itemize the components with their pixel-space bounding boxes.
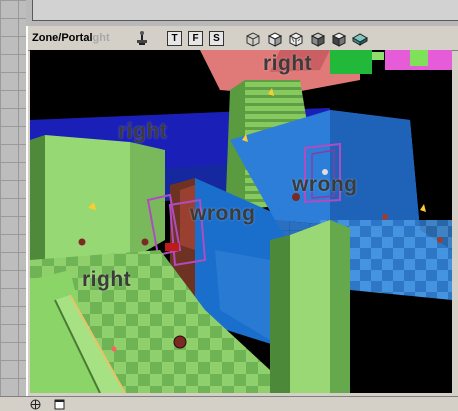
3d-viewport[interactable]: right right wrong wrong right [30,50,452,393]
solid-cube-icon[interactable] [309,30,327,48]
actor-icon[interactable] [133,30,151,48]
viewport-toolbar: Zone/Portalght T F S [28,28,458,51]
texture-cube-icon[interactable] [351,30,369,48]
upper-viewport-pane[interactable] [32,0,458,21]
toggle-f-button[interactable]: F [188,31,203,46]
brush-cube-icon[interactable] [287,30,305,48]
viewport-mode-title[interactable]: Zone/Portalght [32,32,110,44]
lit-cube-icon[interactable] [330,30,348,48]
label-left-right: right [118,120,168,143]
status-bar [0,396,458,411]
toggle-t-button[interactable]: T [167,31,182,46]
label-center-wrong: wrong [190,202,256,225]
window-icon[interactable] [54,399,65,410]
zone-cube-icon[interactable] [266,30,284,48]
wireframe-cube-icon[interactable] [244,30,262,48]
label-top-right: right [263,52,313,75]
toggle-s-button[interactable]: S [209,31,224,46]
label-bottom-right: right [82,268,132,291]
ortho-viewport-grid[interactable] [0,0,26,396]
globe-icon[interactable] [30,399,41,410]
label-blue-wrong: wrong [292,173,358,196]
